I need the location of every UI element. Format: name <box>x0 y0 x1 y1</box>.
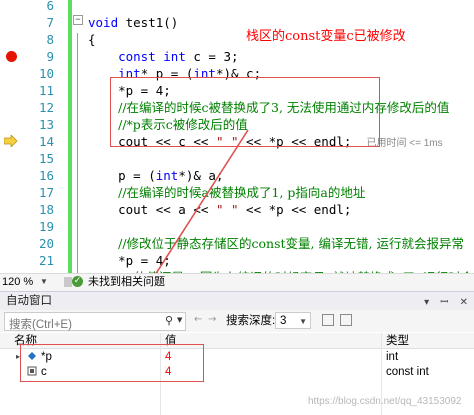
window-controls: ▾ ꟷ ✕ <box>416 294 468 308</box>
row-type: const int <box>386 366 429 378</box>
search-back-icon[interactable]: ← <box>194 314 202 325</box>
column-header-type[interactable]: 类型 <box>386 334 409 348</box>
issues-status: 未找到相关问题 <box>88 276 165 288</box>
editor-status-bar: 120 % ▼ ✓ 未找到相关问题 <box>0 273 474 291</box>
zoom-selector[interactable]: 120 % ▼ <box>2 275 57 289</box>
autos-toolbar: ⚲ ▼ ← → 搜索深度: 3 ▼ <box>0 310 474 333</box>
pin-icon[interactable]: ꟷ <box>440 297 448 308</box>
annotation-arrow <box>155 129 249 273</box>
search-depth-value: 3 <box>280 315 287 327</box>
zoom-level: 120 % <box>2 276 34 288</box>
highlight-box-variables <box>20 344 204 382</box>
chevron-down-icon: ▼ <box>40 277 48 286</box>
search-input[interactable] <box>5 317 163 333</box>
search-box[interactable]: ⚲ ▼ <box>4 312 186 333</box>
search-depth-label: 搜索深度: <box>226 315 276 327</box>
view-options-icon[interactable] <box>322 314 334 326</box>
check-icon: ✓ <box>72 276 83 287</box>
horizontal-scrollbar[interactable] <box>64 277 72 287</box>
format-icon[interactable] <box>340 314 352 326</box>
close-icon[interactable]: ✕ <box>460 297 468 308</box>
autos-window-title: 自动窗口 <box>6 295 52 307</box>
window-position-icon[interactable]: ▾ <box>424 297 429 308</box>
chevron-down-icon[interactable]: ▼ <box>177 316 182 324</box>
code-editor[interactable]: − 6 7 void test1() 8{9 const int c = 3; 10 i… <box>0 0 474 273</box>
search-forward-icon[interactable]: → <box>208 314 216 325</box>
watermark: https://blog.csdn.net/qq_43153092 <box>308 396 462 407</box>
row-type: int <box>386 351 399 363</box>
search-icon[interactable]: ⚲ <box>165 314 173 327</box>
chevron-down-icon: ▼ <box>299 317 307 326</box>
autos-window-titlebar: 自动窗口 ▾ ꟷ ✕ <box>0 291 474 310</box>
search-depth-select[interactable]: 3 ▼ <box>275 312 311 329</box>
